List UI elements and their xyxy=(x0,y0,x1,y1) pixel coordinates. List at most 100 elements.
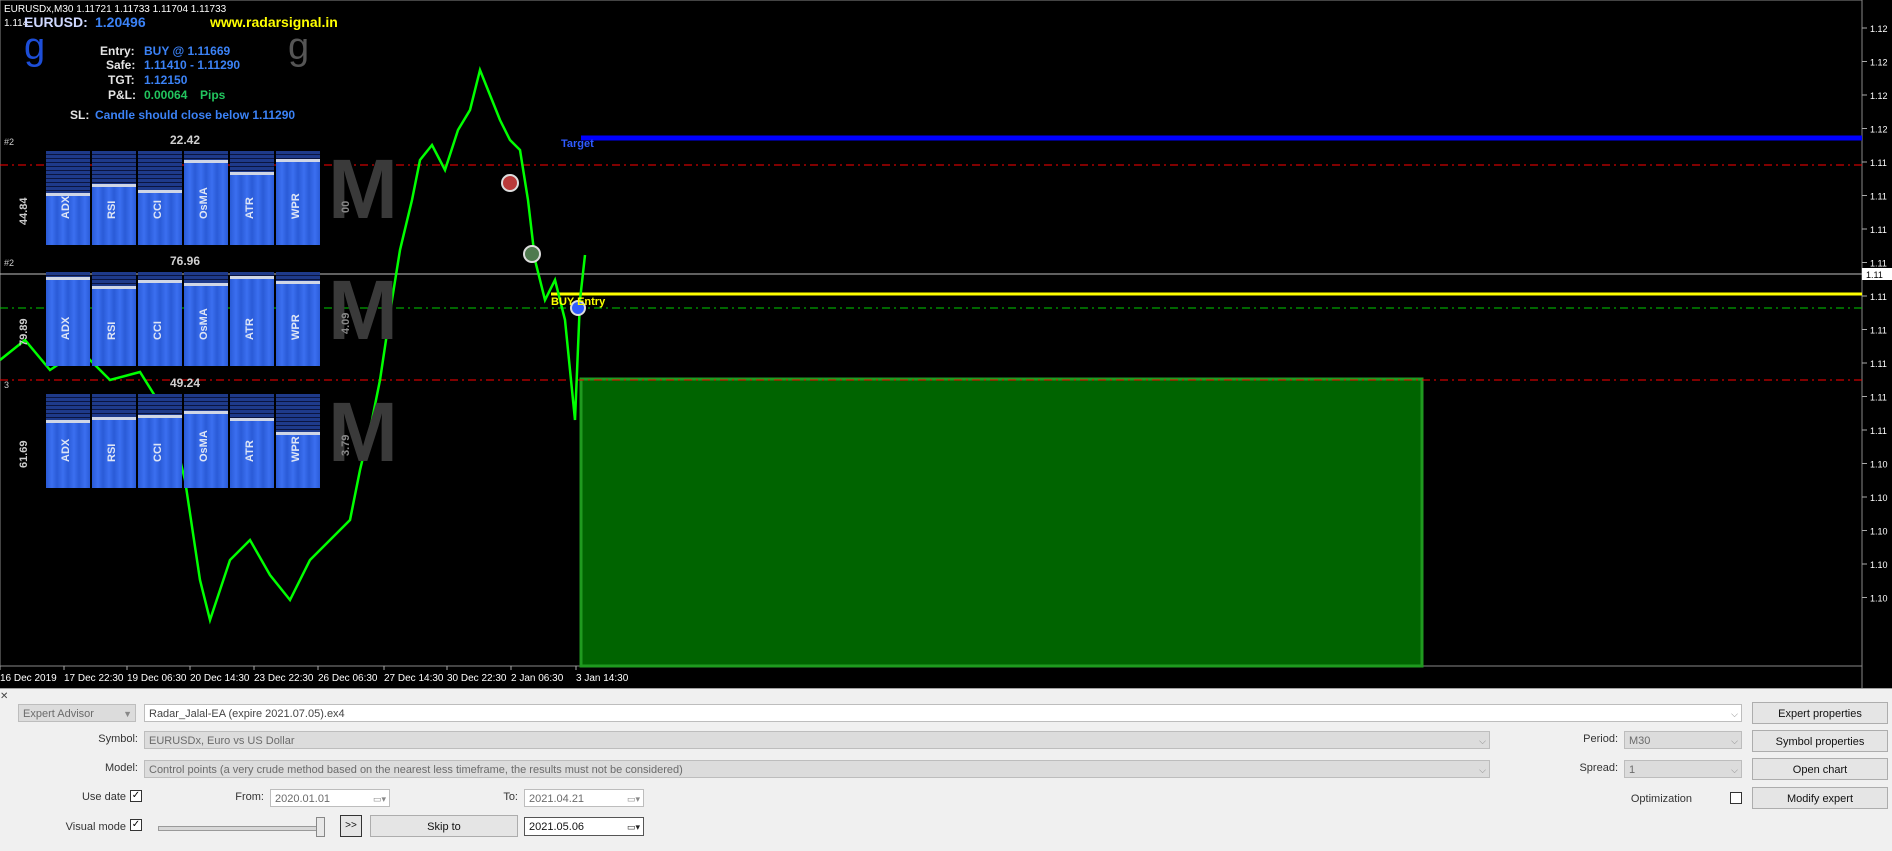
calendar-icon: ▭▾ xyxy=(626,822,640,832)
indicator-bar-label: CCI xyxy=(152,443,164,462)
indicator-bar-label: RSI xyxy=(106,200,118,219)
to-label: To: xyxy=(503,791,518,803)
model-select[interactable]: Control points (a very crude method base… xyxy=(144,760,1490,778)
y-tick-label: 1.11 xyxy=(1870,192,1887,202)
expert-file-select[interactable]: Radar_Jalal-EA (expire 2021.07.05).ex4 ⌵ xyxy=(144,704,1742,722)
from-date-input[interactable]: 2020.01.01 ▭▾ xyxy=(270,789,390,807)
x-tick-label: 2 Jan 06:30 xyxy=(511,673,564,684)
panel-watermark-letter: M xyxy=(328,385,398,479)
skip-button[interactable]: >> xyxy=(340,815,362,837)
panel-marker: #2 xyxy=(4,258,15,268)
y-tick-label: 1.11 xyxy=(1870,426,1887,436)
panel-marker: 3 xyxy=(4,380,10,390)
buy-entry-label: BUY Entry xyxy=(551,296,606,308)
indicator-bar-cap xyxy=(138,190,182,193)
indicator-bar-label: OsMA xyxy=(198,187,210,219)
use-date-label: Use date xyxy=(81,791,126,803)
y-tick-label: 1.11 xyxy=(1870,259,1887,269)
sell-marker xyxy=(501,174,519,192)
y-tick-label: 1.11 xyxy=(1870,158,1887,168)
website-label: www.radarsignal.in xyxy=(210,14,338,30)
indicator-bar-cci xyxy=(138,151,182,245)
tester-type-select[interactable]: Expert Advisor ▼ xyxy=(18,704,136,722)
open-chart-button[interactable]: Open chart xyxy=(1752,758,1888,780)
entry-value: BUY @ 1.11669 xyxy=(144,44,231,58)
logo-left: g xyxy=(24,26,46,68)
from-label: From: xyxy=(235,791,264,803)
indicator-bar-cap xyxy=(138,280,182,283)
order-marker xyxy=(523,245,541,263)
pair-price: 1.20496 xyxy=(95,14,146,30)
sl-label: SL: xyxy=(70,108,90,122)
x-tick-label: 20 Dec 14:30 xyxy=(190,673,250,684)
to-date-input[interactable]: 2021.04.21 ▭▾ xyxy=(524,789,644,807)
indicator-bar-label: ATR xyxy=(244,440,256,462)
x-tick-label: 19 Dec 06:30 xyxy=(127,673,187,684)
price-tag-label: 1.11 xyxy=(1866,270,1883,280)
indicator-bar-cap xyxy=(184,160,228,163)
indicator-bar-cap xyxy=(138,415,182,418)
visual-mode-checkbox[interactable]: ✓ xyxy=(130,819,142,831)
indicator-bar-cap xyxy=(184,283,228,286)
optimization-checkbox[interactable] xyxy=(1730,792,1742,804)
use-date-checkbox[interactable]: ✓ xyxy=(130,790,142,802)
indicator-panel: #2 22.42 44.84 M 00 ADX RSI CCI OsMA ATR WPR xyxy=(0,133,398,245)
indicator-bar-label: RSI xyxy=(106,443,118,462)
close-icon[interactable]: ✕ xyxy=(0,691,8,702)
indicator-bar-label: ADX xyxy=(60,316,72,340)
y-tick-label: 1.11 xyxy=(1870,359,1887,369)
chevron-down-icon: ▼ xyxy=(123,709,132,719)
panel-side-value: 61.69 xyxy=(18,440,30,468)
symbol-label: Symbol: xyxy=(98,733,138,745)
symbol-properties-button[interactable]: Symbol properties xyxy=(1752,730,1888,752)
tgt-label: TGT: xyxy=(108,73,135,87)
indicator-bar-rsi xyxy=(92,151,136,245)
speed-slider-thumb[interactable] xyxy=(316,817,325,837)
y-tick-label: 1.11 xyxy=(1870,292,1887,302)
indicator-bar-label: WPR xyxy=(290,436,302,462)
indicator-bar-label: RSI xyxy=(106,321,118,340)
symbol-select[interactable]: EURUSDx, Euro vs US Dollar ⌵ xyxy=(144,731,1490,749)
chevron-down-icon: ⌵ xyxy=(1731,709,1738,719)
safe-value: 1.11410 - 1.11290 xyxy=(144,58,241,72)
x-tick-label: 27 Dec 14:30 xyxy=(384,673,444,684)
speed-slider-track[interactable] xyxy=(158,826,324,831)
modify-expert-button[interactable]: Modify expert xyxy=(1752,787,1888,809)
target-label: Target xyxy=(561,138,594,150)
entry-label: Entry: xyxy=(100,44,135,58)
period-select[interactable]: M30 ⌵ xyxy=(1624,731,1742,749)
panel-title-value: 76.96 xyxy=(170,254,201,268)
spread-select[interactable]: 1 ⌵ xyxy=(1624,760,1742,778)
panel-watermark-letter: M xyxy=(328,142,398,236)
logo-right: g xyxy=(288,26,310,68)
indicator-bar-label: ATR xyxy=(244,197,256,219)
y-tick-label: 1.12 xyxy=(1870,24,1888,34)
indicator-bar-cci xyxy=(138,272,182,366)
spread-label: Spread: xyxy=(1579,762,1618,774)
safe-label: Safe: xyxy=(106,58,136,72)
indicator-bar-rsi xyxy=(92,394,136,488)
indicator-bar-cap xyxy=(276,281,320,284)
indicator-bar-label: CCI xyxy=(152,321,164,340)
panel-right-value: 4.09 xyxy=(340,312,352,334)
indicator-bar-label: OsMA xyxy=(198,308,210,340)
price-chart[interactable]: 1.12 1.12 1.12 1.12 1.11 1.11 1.11 1.11 1.11 1.11… xyxy=(0,0,1892,688)
y-tick-label: 1.11 xyxy=(1870,393,1887,403)
pl-label: P&L: xyxy=(108,88,136,102)
y-tick-label: 1.10 xyxy=(1870,560,1888,570)
chevron-down-icon: ⌵ xyxy=(1479,765,1486,775)
optimization-label: Optimization xyxy=(1630,793,1692,805)
indicator-panel: 3 49.24 61.69 M 3.79 ADX RSI CCI OsMA ATR WPR xyxy=(0,376,398,488)
indicator-bar-cap xyxy=(230,276,274,279)
y-tick-label: 1.10 xyxy=(1870,460,1888,470)
indicator-bar-label: OsMA xyxy=(198,430,210,462)
indicator-bar-cap xyxy=(184,411,228,414)
indicator-bar-cap xyxy=(92,184,136,187)
y-tick-label: 1.10 xyxy=(1870,527,1888,537)
indicator-bar-cap xyxy=(276,432,320,435)
indicator-bar-cap xyxy=(92,417,136,420)
skip-to-button[interactable]: Skip to xyxy=(370,815,518,837)
period-label: Period: xyxy=(1583,733,1618,745)
expert-properties-button[interactable]: Expert properties xyxy=(1752,702,1888,724)
skip-to-date-input[interactable]: 2021.05.06 ▭▾ xyxy=(524,817,644,836)
